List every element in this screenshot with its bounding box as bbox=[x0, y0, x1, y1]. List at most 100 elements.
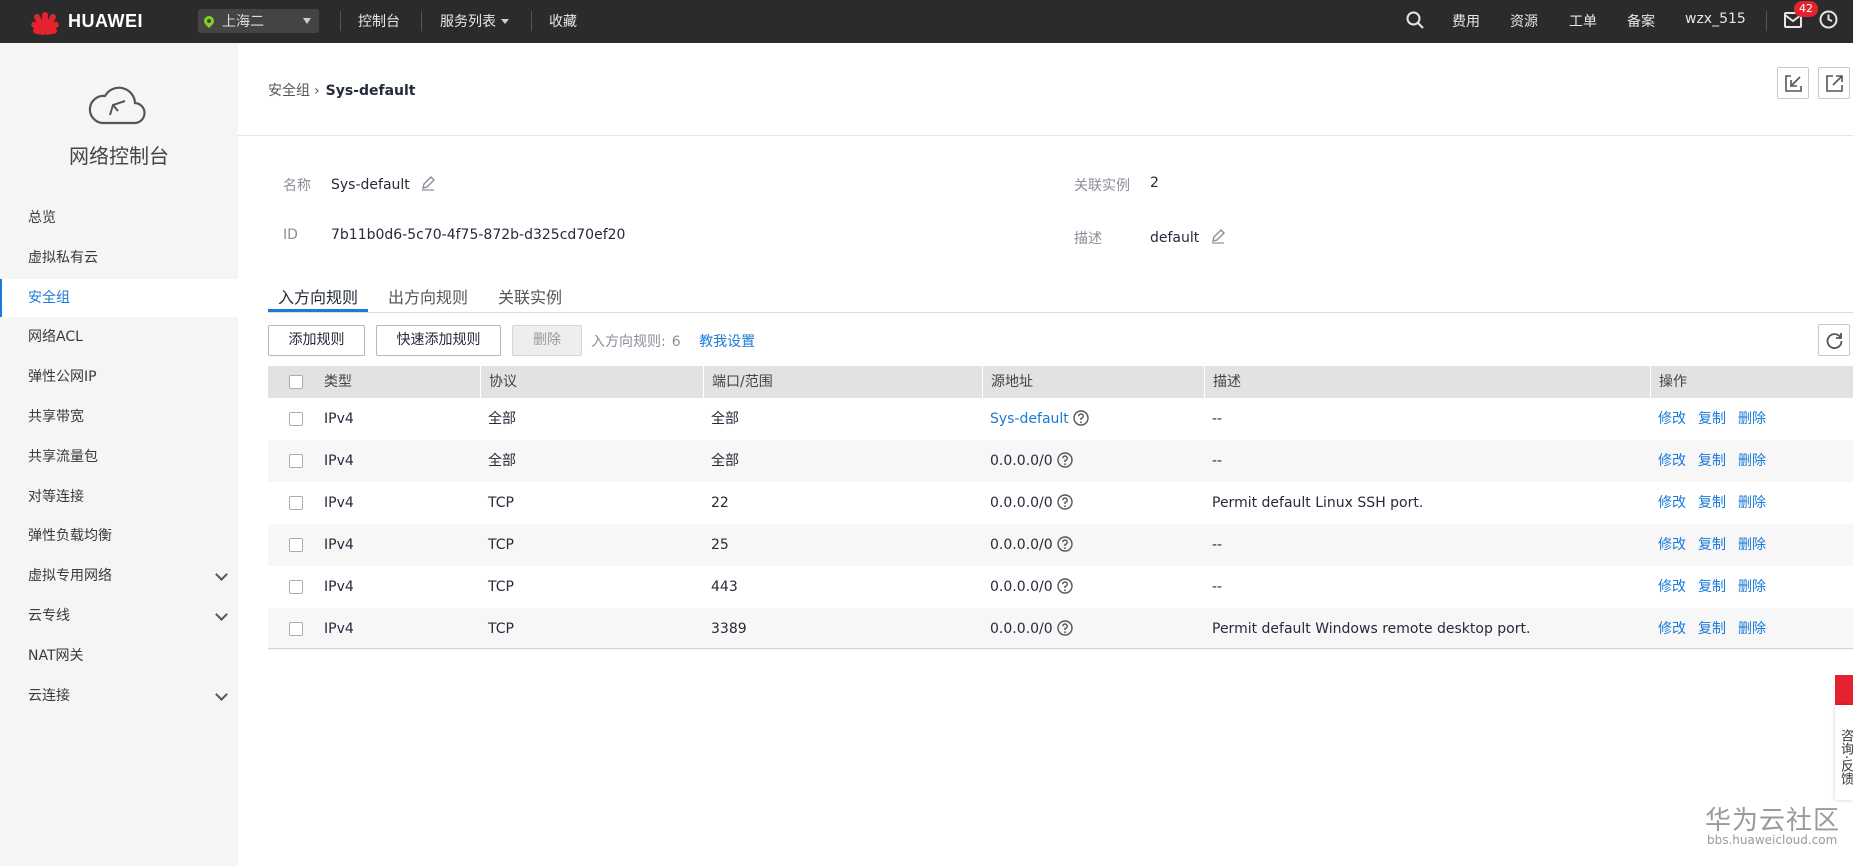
cell-actions: 修改 复制 删除 bbox=[1650, 398, 1778, 440]
cell-type: IPv4 bbox=[324, 537, 354, 553]
cell-source: 0.0.0.0/0 bbox=[982, 482, 1073, 524]
add-rule-button[interactable]: 添加规则 bbox=[268, 325, 365, 356]
cell-description: -- bbox=[1212, 579, 1223, 595]
cell-description: -- bbox=[1212, 453, 1223, 469]
notification-badge: 42 bbox=[1794, 1, 1818, 17]
nav-resources[interactable]: 资源 bbox=[1510, 11, 1538, 31]
row-checkbox[interactable] bbox=[289, 454, 303, 468]
sidebar: 网络控制台 总览 虚拟私有云 安全组 网络ACL 弹性公网IP 共享带宽 共享流… bbox=[0, 43, 238, 866]
sidebar-item-label: 虚拟专用网络 bbox=[28, 568, 112, 584]
column-header-actions: 操作 bbox=[1650, 366, 1687, 398]
sidebar-item-overview[interactable]: 总览 bbox=[0, 199, 238, 237]
sidebar-item-direct-connect[interactable]: 云专线 bbox=[0, 597, 238, 635]
delete-link[interactable]: 删除 bbox=[1738, 537, 1766, 553]
nav-service-list[interactable]: 服务列表 bbox=[440, 11, 509, 31]
export-button[interactable] bbox=[1818, 67, 1850, 99]
copy-link[interactable]: 复制 bbox=[1698, 579, 1726, 595]
cell-protocol: TCP bbox=[488, 621, 514, 637]
quick-add-rule-button[interactable]: 快速添加规则 bbox=[376, 325, 501, 356]
feedback-button[interactable]: 咨询·反馈 bbox=[1835, 705, 1853, 800]
sidebar-item-vpc-peering[interactable]: 对等连接 bbox=[0, 478, 238, 516]
sidebar-item-shared-bandwidth[interactable]: 共享带宽 bbox=[0, 398, 238, 436]
help-icon[interactable] bbox=[1056, 452, 1073, 468]
source-address: 0.0.0.0/0 bbox=[990, 621, 1053, 637]
delete-link[interactable]: 删除 bbox=[1738, 411, 1766, 427]
chat-icon[interactable] bbox=[1835, 675, 1853, 705]
help-icon[interactable] bbox=[1056, 620, 1073, 636]
select-all-checkbox[interactable] bbox=[289, 375, 303, 389]
chevron-down-icon bbox=[215, 608, 228, 621]
help-icon[interactable] bbox=[1056, 536, 1073, 552]
cell-protocol: TCP bbox=[488, 579, 514, 595]
source-address: 0.0.0.0/0 bbox=[990, 495, 1053, 511]
modify-link[interactable]: 修改 bbox=[1658, 621, 1686, 637]
modify-link[interactable]: 修改 bbox=[1658, 495, 1686, 511]
sidebar-item-vpc[interactable]: 虚拟私有云 bbox=[0, 239, 238, 277]
nav-icp[interactable]: 备案 bbox=[1627, 11, 1655, 31]
copy-link[interactable]: 复制 bbox=[1698, 411, 1726, 427]
sidebar-item-eip[interactable]: 弹性公网IP bbox=[0, 358, 238, 396]
tab-inbound-rules[interactable]: 入方向规则 bbox=[278, 284, 358, 308]
nav-favorites[interactable]: 收藏 bbox=[549, 11, 577, 31]
table-row: IPv4 全部 全部 Sys-default -- 修改 复制 删除 bbox=[268, 398, 1853, 440]
column-header-description: 描述 bbox=[1204, 366, 1241, 398]
edit-icon[interactable] bbox=[1210, 228, 1226, 244]
row-checkbox[interactable] bbox=[289, 412, 303, 426]
delete-link[interactable]: 删除 bbox=[1738, 621, 1766, 637]
help-icon[interactable] bbox=[1056, 494, 1073, 510]
modify-link[interactable]: 修改 bbox=[1658, 537, 1686, 553]
user-menu[interactable]: wzx_515 bbox=[1685, 11, 1746, 27]
search-icon[interactable] bbox=[1406, 11, 1424, 29]
sidebar-item-elb[interactable]: 弹性负载均衡 bbox=[0, 517, 238, 555]
edit-icon[interactable] bbox=[420, 175, 436, 191]
table-header: 类型 协议 端口/范围 源地址 描述 操作 bbox=[268, 366, 1853, 398]
help-link[interactable]: 教我设置 bbox=[699, 334, 755, 350]
help-icon[interactable] bbox=[1056, 578, 1073, 594]
modify-link[interactable]: 修改 bbox=[1658, 453, 1686, 469]
row-checkbox[interactable] bbox=[289, 580, 303, 594]
table-row: IPv4 TCP 25 0.0.0.0/0 -- 修改 复制 删除 bbox=[268, 524, 1853, 566]
breadcrumb-parent[interactable]: 安全组 bbox=[268, 83, 310, 99]
delete-link[interactable]: 删除 bbox=[1738, 579, 1766, 595]
tab-outbound-rules[interactable]: 出方向规则 bbox=[388, 284, 468, 308]
nav-console[interactable]: 控制台 bbox=[358, 11, 400, 31]
tab-associated-instances[interactable]: 关联实例 bbox=[498, 284, 562, 308]
sidebar-item-network-acl[interactable]: 网络ACL bbox=[0, 318, 238, 356]
cell-port: 22 bbox=[711, 495, 729, 511]
nav-billing[interactable]: 费用 bbox=[1452, 11, 1480, 31]
breadcrumb-current: Sys-default bbox=[325, 83, 416, 99]
huawei-logo[interactable]: HUAWEI bbox=[28, 6, 143, 36]
copy-link[interactable]: 复制 bbox=[1698, 537, 1726, 553]
refresh-button[interactable] bbox=[1818, 324, 1850, 356]
source-address[interactable]: Sys-default bbox=[990, 411, 1069, 427]
cell-type: IPv4 bbox=[324, 579, 354, 595]
modify-link[interactable]: 修改 bbox=[1658, 579, 1686, 595]
row-checkbox[interactable] bbox=[289, 496, 303, 510]
delete-button[interactable]: 删除 bbox=[512, 325, 582, 356]
sidebar-item-security-group[interactable]: 安全组 bbox=[0, 279, 238, 317]
nav-tickets[interactable]: 工单 bbox=[1569, 11, 1597, 31]
row-checkbox[interactable] bbox=[289, 622, 303, 636]
copy-link[interactable]: 复制 bbox=[1698, 453, 1726, 469]
copy-link[interactable]: 复制 bbox=[1698, 621, 1726, 637]
import-button[interactable] bbox=[1777, 67, 1809, 99]
sidebar-item-label: 网络ACL bbox=[28, 329, 83, 345]
delete-link[interactable]: 删除 bbox=[1738, 495, 1766, 511]
sidebar-item-vpn[interactable]: 虚拟专用网络 bbox=[0, 557, 238, 595]
cell-port: 全部 bbox=[711, 411, 739, 427]
sidebar-item-nat-gateway[interactable]: NAT网关 bbox=[0, 637, 238, 675]
sidebar-item-cloud-connect[interactable]: 云连接 bbox=[0, 677, 238, 715]
sidebar-item-shared-data-package[interactable]: 共享流量包 bbox=[0, 438, 238, 476]
cell-protocol: TCP bbox=[488, 495, 514, 511]
clock-icon[interactable] bbox=[1819, 10, 1838, 29]
cell-source: 0.0.0.0/0 bbox=[982, 608, 1073, 650]
help-icon[interactable] bbox=[1073, 410, 1089, 426]
chevron-down-icon bbox=[215, 568, 228, 581]
breadcrumb-separator: › bbox=[314, 83, 320, 99]
modify-link[interactable]: 修改 bbox=[1658, 411, 1686, 427]
row-checkbox[interactable] bbox=[289, 538, 303, 552]
delete-link[interactable]: 删除 bbox=[1738, 453, 1766, 469]
cell-actions: 修改 复制 删除 bbox=[1650, 608, 1778, 650]
copy-link[interactable]: 复制 bbox=[1698, 495, 1726, 511]
region-selector[interactable]: 上海二 bbox=[198, 9, 319, 33]
